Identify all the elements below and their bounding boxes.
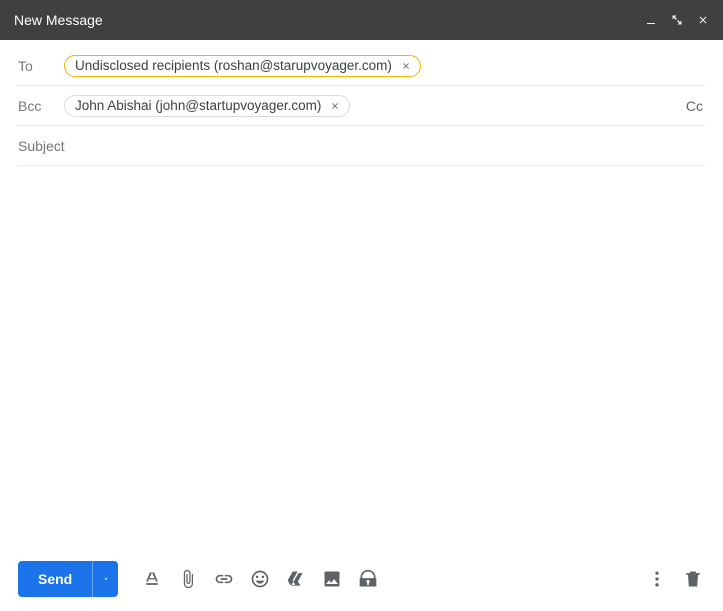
compose-header: New Message: [0, 0, 723, 40]
discard-icon[interactable]: [677, 563, 709, 595]
image-icon[interactable]: [316, 563, 348, 595]
link-icon[interactable]: [208, 563, 240, 595]
compose-title: New Message: [14, 12, 631, 28]
remove-chip-icon[interactable]: [327, 98, 343, 114]
to-label: To: [18, 58, 54, 74]
emoji-icon[interactable]: [244, 563, 276, 595]
formatting-icon[interactable]: [136, 563, 168, 595]
bcc-label: Bcc: [18, 98, 54, 114]
to-row[interactable]: To Undisclosed recipients (roshan@starup…: [18, 46, 705, 86]
compose-body[interactable]: [0, 166, 723, 551]
more-options-icon[interactable]: [641, 563, 673, 595]
send-button-label: Send: [18, 561, 92, 597]
to-chip-text: Undisclosed recipients (roshan@starupvoy…: [75, 58, 392, 73]
expand-icon[interactable]: [671, 14, 683, 26]
close-icon[interactable]: [697, 14, 709, 26]
bcc-chip[interactable]: John Abishai (john@startupvoyager.com): [64, 95, 350, 117]
minimize-icon[interactable]: [645, 14, 657, 26]
bcc-chip-text: John Abishai (john@startupvoyager.com): [75, 98, 321, 113]
attach-icon[interactable]: [172, 563, 204, 595]
subject-row: [18, 126, 705, 166]
remove-chip-icon[interactable]: [398, 58, 414, 74]
subject-input[interactable]: [18, 128, 705, 164]
bcc-row[interactable]: Bcc John Abishai (john@startupvoyager.co…: [18, 86, 705, 126]
cc-toggle[interactable]: Cc: [686, 98, 705, 114]
send-button[interactable]: Send: [18, 561, 118, 597]
send-options-dropdown[interactable]: [92, 561, 118, 597]
confidential-icon[interactable]: [352, 563, 384, 595]
compose-window: New Message To Undisclosed recipients (r…: [0, 0, 723, 611]
drive-icon[interactable]: [280, 563, 312, 595]
recipients-area: To Undisclosed recipients (roshan@starup…: [0, 40, 723, 166]
compose-toolbar: Send: [0, 551, 723, 611]
to-chip[interactable]: Undisclosed recipients (roshan@starupvoy…: [64, 55, 421, 77]
